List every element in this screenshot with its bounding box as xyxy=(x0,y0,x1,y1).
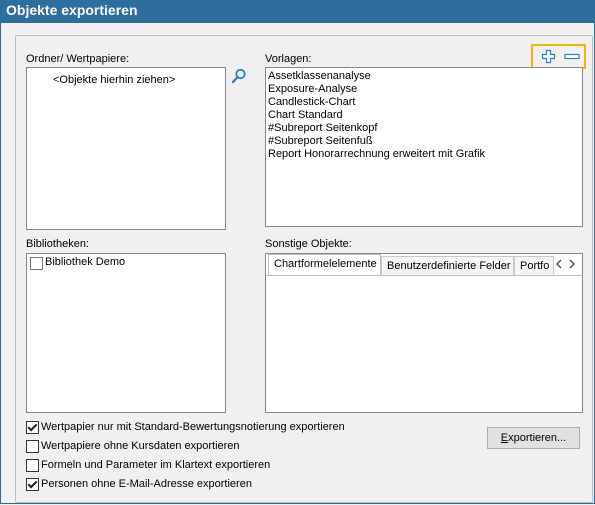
add-remove-highlight xyxy=(531,44,586,69)
libraries-label: Bibliotheken: xyxy=(26,238,89,250)
chevron-left-icon[interactable] xyxy=(554,259,564,272)
checkbox[interactable] xyxy=(26,478,39,491)
list-item[interactable]: #Subreport Seitenfuß xyxy=(266,135,582,148)
library-item[interactable]: Bibliothek Demo xyxy=(30,256,210,271)
tab-portfolio[interactable]: Portfo xyxy=(514,256,554,275)
checkbox[interactable] xyxy=(26,459,39,472)
chevron-right-icon[interactable] xyxy=(567,259,577,272)
libraries-list[interactable]: Bibliothek Demo xyxy=(26,253,226,413)
plus-icon[interactable] xyxy=(541,49,556,67)
magnifier-icon[interactable] xyxy=(231,68,247,87)
option-label: Wertpapier nur mit Standard-Bewertungsno… xyxy=(41,421,345,433)
option-label: Formeln und Parameter im Klartext export… xyxy=(41,459,271,471)
folders-label: Ordner/ Wertpapiere: xyxy=(26,53,130,65)
checkbox[interactable] xyxy=(26,440,39,453)
list-item[interactable]: #Subreport Seitenkopf xyxy=(266,122,582,135)
minus-icon[interactable] xyxy=(564,49,580,67)
templates-label: Vorlagen: xyxy=(265,53,312,65)
tab-benutzerdefinierte-felder[interactable]: Benutzerdefinierte Felder xyxy=(381,256,514,275)
export-button-label: xportieren... xyxy=(508,432,567,444)
checkbox[interactable] xyxy=(26,421,39,434)
option-label: Personen ohne E-Mail-Adresse exportieren xyxy=(41,478,252,490)
list-item[interactable]: Exposure-Analyse xyxy=(266,83,582,96)
library-item-label: Bibliothek Demo xyxy=(45,256,126,268)
folders-dropzone[interactable]: <Objekte hierhin ziehen> xyxy=(26,67,226,230)
tab-chartformelelemente[interactable]: Chartformelelemente xyxy=(268,254,381,275)
templates-list[interactable]: Assetklassenanalyse Exposure-Analyse Can… xyxy=(265,67,583,227)
other-objects-panel: Chartformelelemente Benutzerdefinierte F… xyxy=(265,253,583,413)
list-item[interactable]: Candlestick-Chart xyxy=(266,96,582,109)
export-button[interactable]: Exportieren... xyxy=(487,427,580,449)
window-title: Objekte exportieren xyxy=(6,2,138,18)
list-item[interactable]: Chart Standard xyxy=(266,109,582,122)
list-item[interactable]: Assetklassenanalyse xyxy=(266,70,582,83)
title-bar: Objekte exportieren xyxy=(0,0,595,23)
option-label: Wertpapiere ohne Kursdaten exportieren xyxy=(41,440,240,452)
other-objects-label: Sonstige Objekte: xyxy=(265,238,352,250)
list-item[interactable]: Report Honorarrechnung erweitert mit Gra… xyxy=(266,148,582,161)
folders-placeholder: <Objekte hierhin ziehen> xyxy=(53,74,176,86)
library-checkbox[interactable] xyxy=(30,257,43,270)
